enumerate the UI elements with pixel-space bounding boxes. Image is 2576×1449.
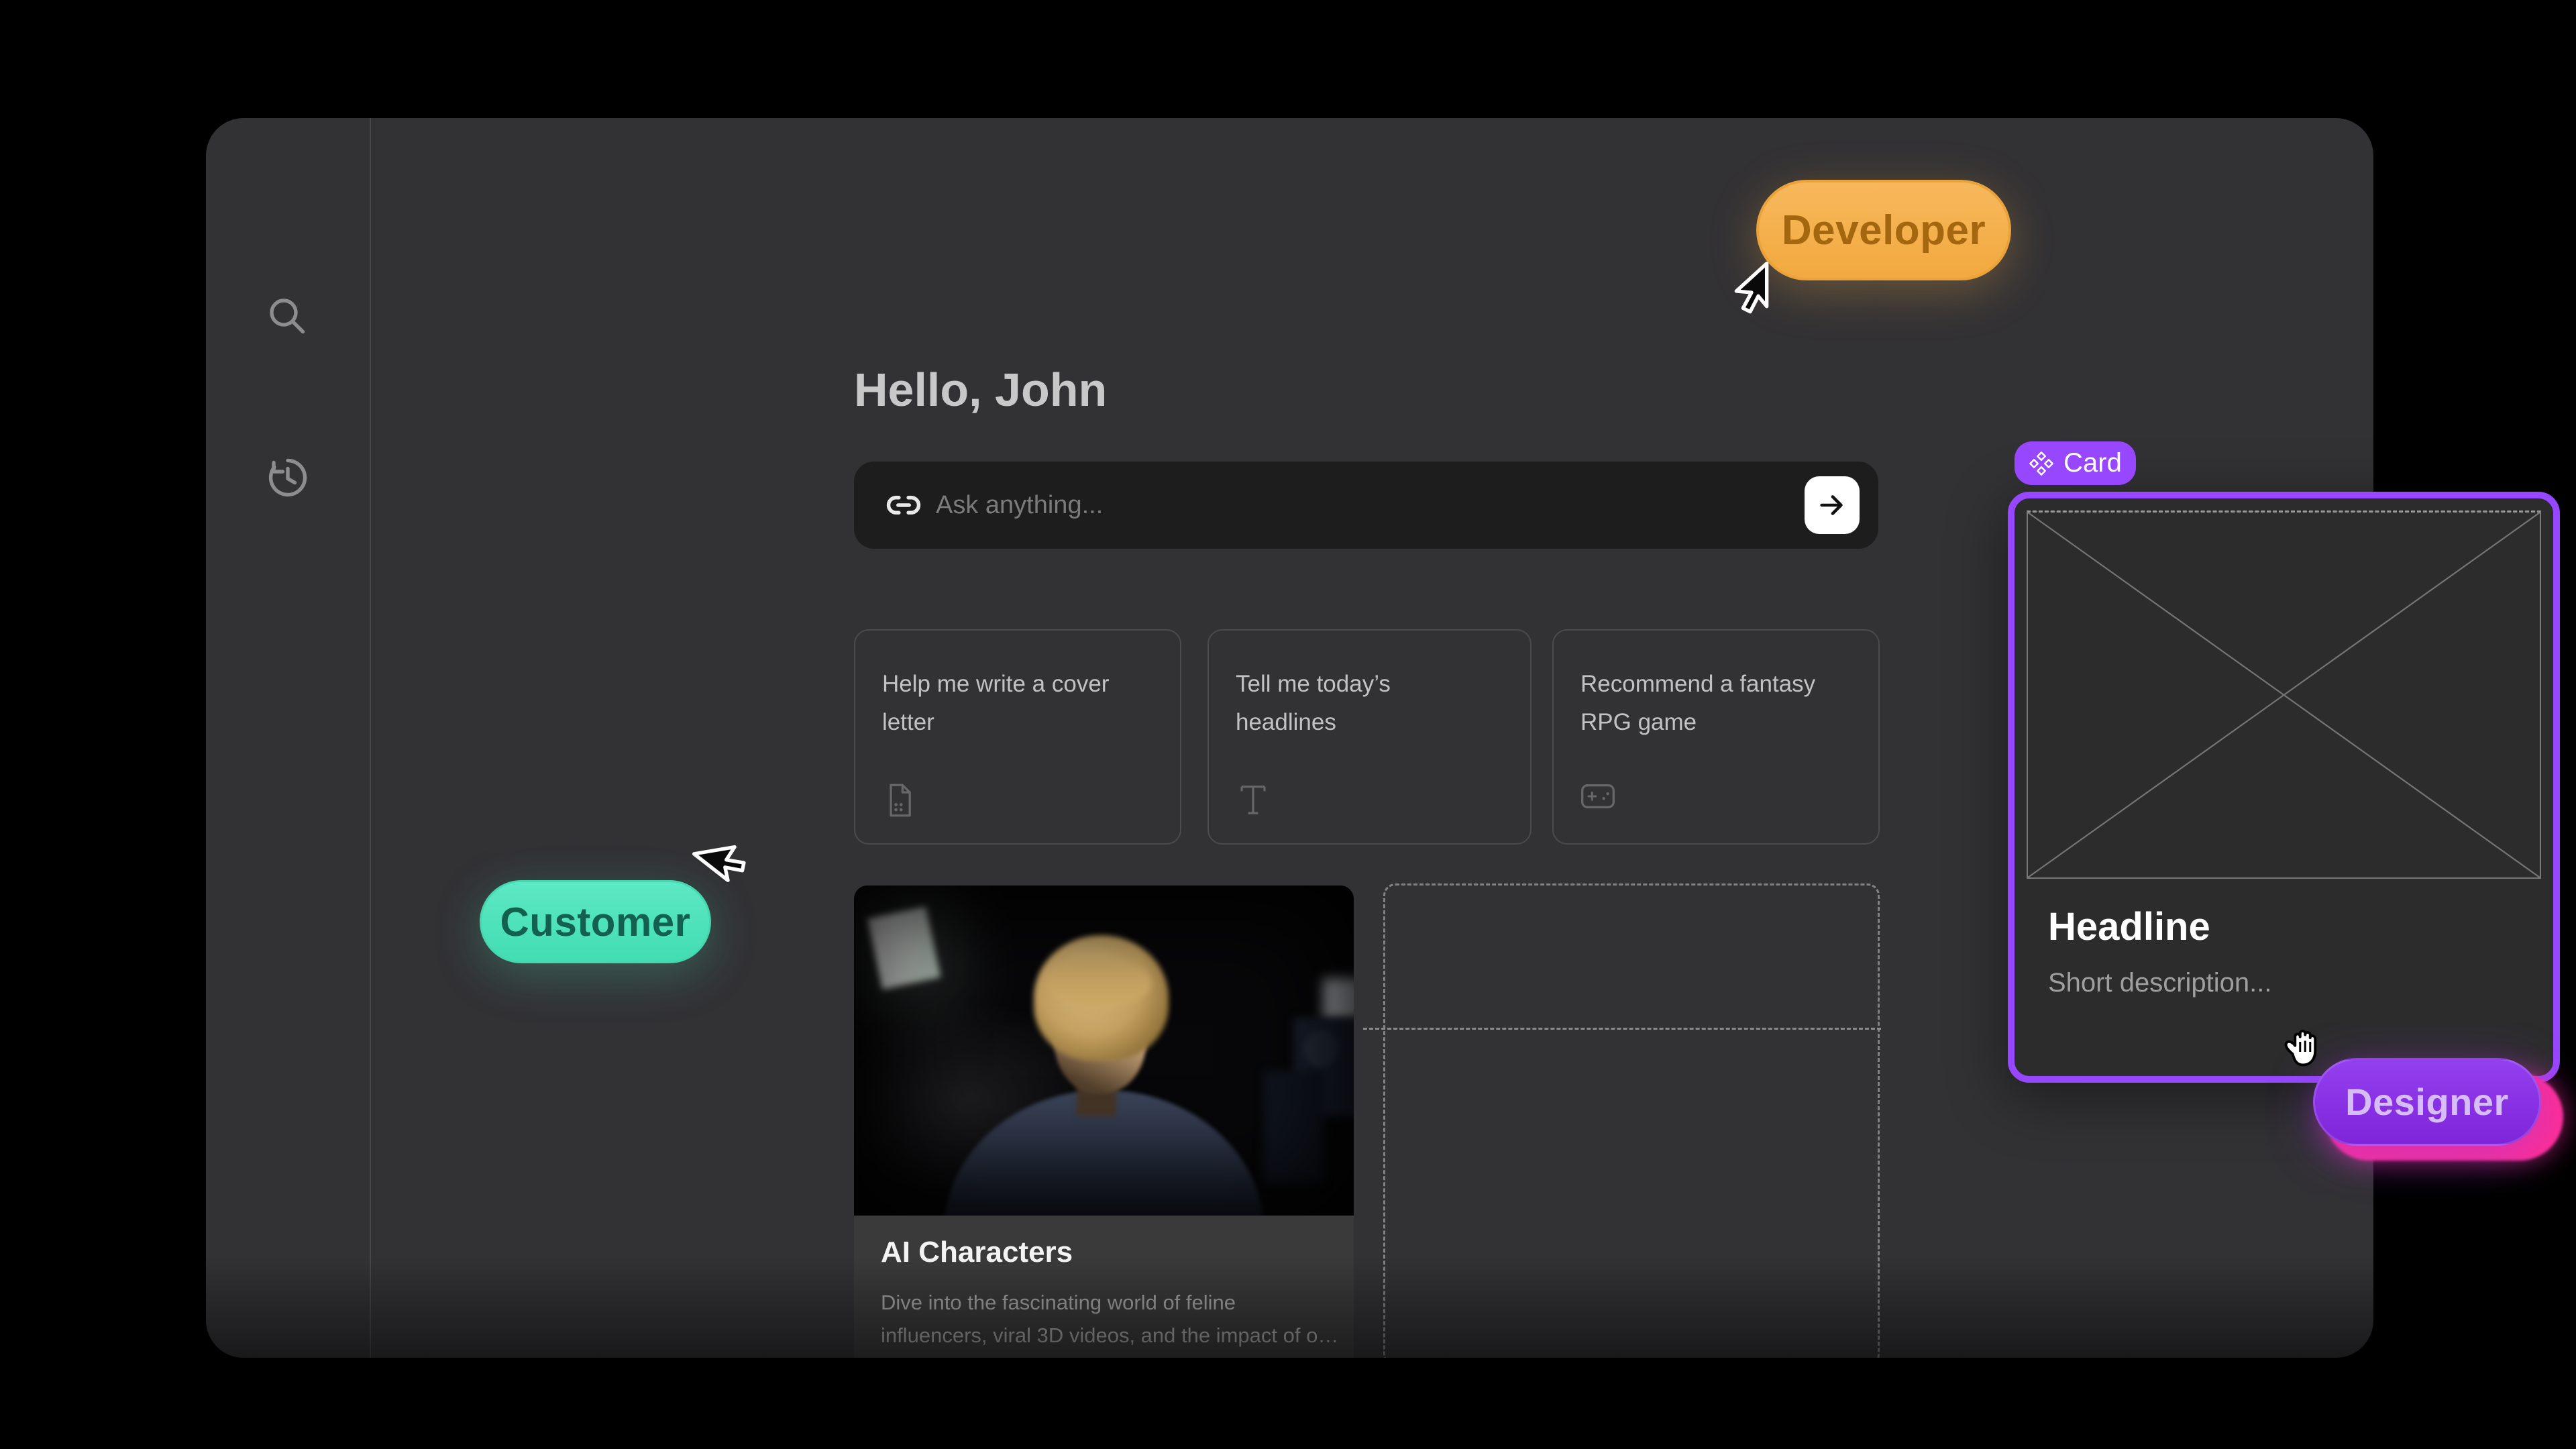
design-card-selected[interactable]: Headline Short description... — [2008, 492, 2560, 1083]
designer-label: Designer — [2345, 1080, 2509, 1124]
customer-label: Customer — [500, 899, 690, 945]
customer-cursor-icon — [702, 830, 744, 884]
greeting-title: Hello, John — [854, 363, 1107, 417]
suggestion-label: Tell me today’s headlines — [1236, 665, 1444, 741]
design-card-headline: Headline — [2048, 904, 2210, 949]
window-bottom-fade — [206, 1257, 2373, 1358]
suggestion-card-rpg-game[interactable]: Recommend a fantasy RPG game — [1552, 629, 1880, 845]
designer-presence-pill[interactable]: Designer — [2313, 1058, 2541, 1146]
gamepad-icon — [1580, 783, 1615, 818]
suggestion-label: Recommend a fantasy RPG game — [1580, 665, 1851, 741]
arrow-right-icon — [1817, 490, 1847, 521]
suggestion-label: Help me write a cover letter — [882, 665, 1153, 741]
design-card-description: Short description... — [2048, 968, 2272, 998]
developer-cursor-icon — [1731, 262, 1772, 315]
image-placeholder — [2027, 511, 2541, 879]
suggestion-card-headlines[interactable]: Tell me today’s headlines — [1208, 629, 1532, 845]
ai-characters-photo — [854, 885, 1354, 1216]
history-icon[interactable] — [264, 453, 312, 502]
ask-input[interactable] — [936, 462, 1768, 549]
ask-input-bar[interactable] — [854, 462, 1878, 549]
customer-presence-pill[interactable]: Customer — [480, 880, 711, 963]
link-icon — [886, 488, 921, 523]
send-button[interactable] — [1805, 476, 1860, 534]
component-diamonds-icon — [2029, 451, 2054, 476]
card-component-tag[interactable]: Card — [2015, 441, 2136, 485]
suggestion-card-cover-letter[interactable]: Help me write a cover letter — [854, 629, 1181, 845]
grab-hand-cursor-icon — [2279, 1024, 2328, 1075]
developer-label: Developer — [1782, 207, 1986, 254]
drop-guide-line — [1363, 1028, 1881, 1030]
card-tag-label: Card — [2063, 448, 2122, 478]
document-icon — [882, 783, 917, 818]
text-icon — [1236, 783, 1271, 818]
developer-presence-pill[interactable]: Developer — [1756, 180, 2011, 280]
search-icon[interactable] — [264, 292, 312, 341]
sidebar-divider — [370, 118, 371, 1358]
